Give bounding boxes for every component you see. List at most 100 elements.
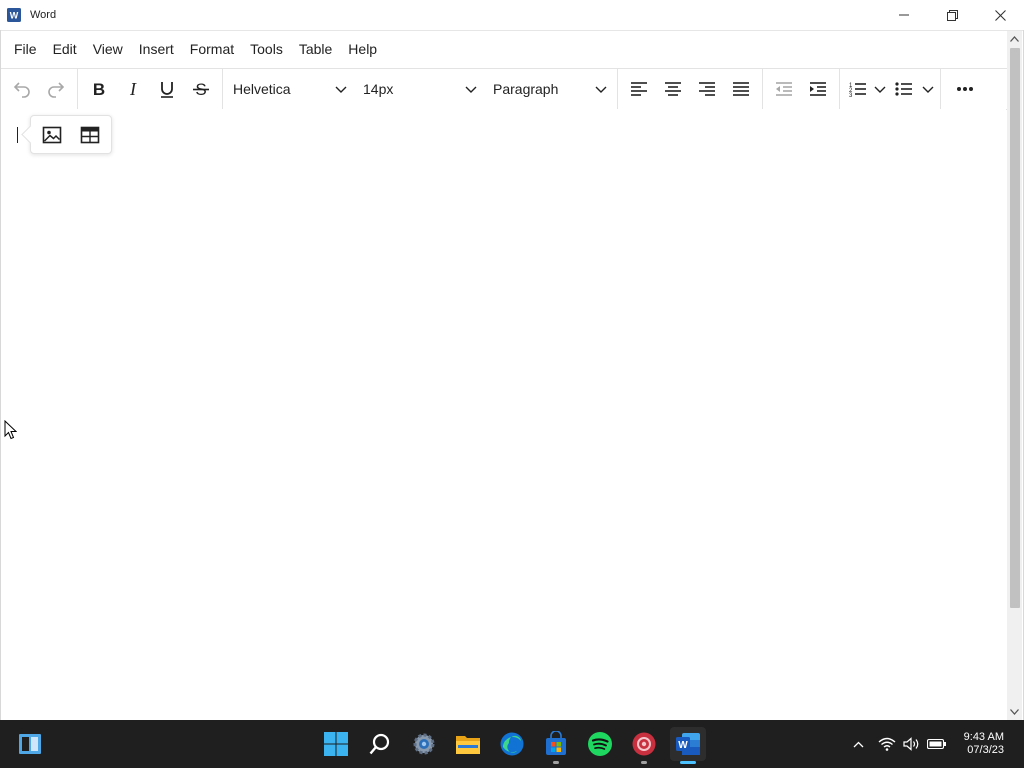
wifi-status[interactable] — [874, 737, 900, 751]
chevron-up-icon — [853, 741, 863, 747]
word-app[interactable]: W — [670, 727, 706, 764]
align-center-button[interactable] — [656, 72, 690, 106]
chevron-up-icon — [1010, 36, 1019, 42]
show-hidden-icons-button[interactable] — [848, 741, 868, 748]
battery-icon — [927, 738, 946, 750]
editor-area[interactable] — [1, 109, 1006, 720]
menu-help[interactable]: Help — [340, 35, 385, 63]
align-left-button[interactable] — [622, 72, 656, 106]
menu-tools[interactable]: Tools — [242, 35, 291, 63]
start-button[interactable] — [320, 728, 352, 760]
word-app-icon: W — [7, 8, 21, 22]
align-right-button[interactable] — [690, 72, 724, 106]
alignment-group — [618, 69, 763, 109]
redo-button[interactable] — [39, 72, 73, 106]
search-button[interactable] — [364, 728, 396, 760]
more-button[interactable] — [945, 72, 985, 106]
menu-edit[interactable]: Edit — [45, 35, 85, 63]
microsoft-store-app[interactable] — [540, 728, 572, 764]
scroll-thumb[interactable] — [1010, 48, 1020, 608]
insert-image-button[interactable] — [37, 120, 67, 150]
volume-status[interactable] — [900, 737, 924, 751]
taskbar: W 9:43 AM 07/3/23 — [0, 720, 1024, 768]
scroll-up-button[interactable] — [1007, 31, 1022, 47]
align-left-icon — [631, 82, 647, 96]
indent-group — [763, 69, 840, 109]
folder-icon — [456, 736, 480, 754]
spotify-icon — [588, 732, 612, 756]
file-explorer-app[interactable] — [452, 728, 484, 760]
menu-table[interactable]: Table — [291, 35, 340, 63]
menu-file[interactable]: File — [6, 35, 45, 63]
align-right-icon — [699, 82, 715, 96]
window-title: Word — [30, 9, 57, 21]
table-icon — [80, 126, 100, 143]
block-format-select[interactable]: Paragraph — [485, 72, 615, 106]
red-app[interactable] — [628, 728, 660, 764]
running-indicator — [641, 761, 647, 764]
chevron-down-icon — [1010, 709, 1019, 715]
active-app-indicator — [680, 761, 696, 764]
bullet-list-dropdown[interactable] — [920, 72, 936, 106]
svg-text:I: I — [129, 79, 137, 99]
history-group — [1, 69, 78, 109]
justify-button[interactable] — [724, 72, 758, 106]
search-icon — [369, 733, 390, 755]
redo-icon — [48, 82, 65, 98]
more-icon — [957, 87, 973, 91]
italic-button[interactable]: I — [116, 72, 150, 106]
font-group: Helvetica 14px Paragraph — [223, 69, 618, 109]
align-center-icon — [665, 82, 681, 96]
indent-button[interactable] — [801, 72, 835, 106]
spotify-app[interactable] — [584, 728, 616, 760]
red-circle-app-icon — [632, 732, 656, 756]
bullet-list-icon — [895, 82, 912, 96]
title-bar: W Word — [0, 0, 1024, 31]
font-size-value: 14px — [363, 81, 394, 97]
bold-icon: B — [93, 80, 105, 99]
scroll-down-button[interactable] — [1007, 704, 1022, 720]
list-group: 123 — [840, 69, 941, 109]
menu-format[interactable]: Format — [182, 35, 242, 63]
strikethrough-button[interactable]: S — [184, 72, 218, 106]
task-view-icon — [19, 734, 41, 754]
restore-button[interactable] — [928, 0, 976, 30]
align-justify-icon — [733, 82, 749, 96]
quick-insert-popup — [21, 115, 112, 154]
chevron-down-icon — [595, 86, 607, 93]
menu-insert[interactable]: Insert — [131, 35, 182, 63]
insert-table-button[interactable] — [75, 120, 105, 150]
system-tray — [848, 720, 950, 768]
numbered-list-icon: 123 — [849, 83, 866, 97]
block-format-value: Paragraph — [493, 81, 559, 97]
numbered-list-dropdown[interactable] — [872, 72, 888, 106]
more-group — [941, 69, 989, 109]
italic-icon: I — [129, 79, 137, 99]
speaker-icon — [903, 737, 919, 751]
image-icon — [42, 126, 62, 143]
settings-app[interactable] — [408, 728, 440, 760]
vertical-scrollbar[interactable] — [1007, 31, 1022, 720]
underline-button[interactable] — [150, 72, 184, 106]
bold-button[interactable]: B — [82, 72, 116, 106]
close-button[interactable] — [976, 0, 1024, 30]
edge-browser-app[interactable] — [496, 728, 528, 760]
clock[interactable]: 9:43 AM 07/3/23 — [964, 731, 1004, 757]
font-size-select[interactable]: 14px — [355, 72, 485, 106]
svg-text:W: W — [678, 740, 688, 751]
minimize-button[interactable] — [880, 0, 928, 30]
undo-button[interactable] — [5, 72, 39, 106]
outdent-button[interactable] — [767, 72, 801, 106]
restore-icon — [946, 9, 958, 21]
task-view-button[interactable] — [14, 728, 46, 760]
battery-status[interactable] — [924, 738, 950, 750]
formatting-toolbar: B I S Helvetica 14px Paragraph 1 2 3 — [1, 68, 1007, 110]
edge-icon — [500, 732, 524, 756]
menu-view[interactable]: View — [85, 35, 131, 63]
wifi-icon — [878, 737, 896, 751]
bullet-list-button[interactable] — [888, 72, 920, 106]
text-style-group: B I S — [78, 69, 223, 109]
clock-time: 9:43 AM — [963, 731, 1004, 743]
numbered-list-button[interactable]: 123 — [844, 72, 872, 106]
font-family-select[interactable]: Helvetica — [225, 72, 355, 106]
